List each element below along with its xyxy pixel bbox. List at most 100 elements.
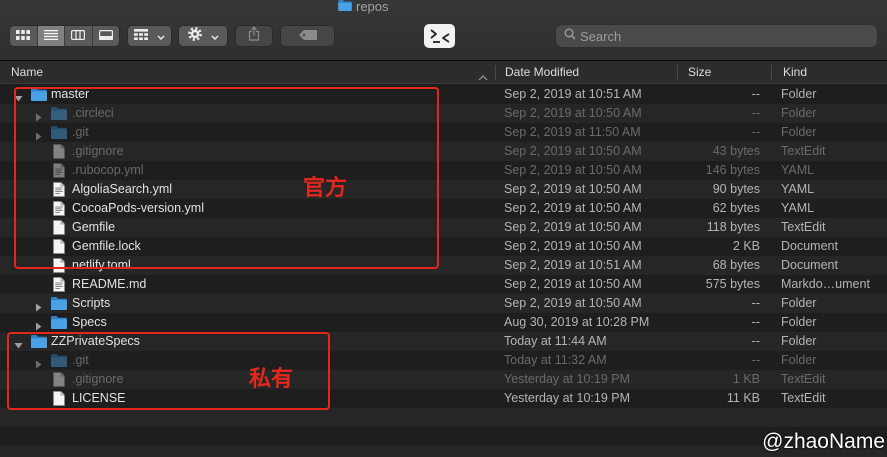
watermark: @zhaoName [762,430,885,453]
search-input[interactable] [580,26,860,46]
file-kind: Folder [781,315,817,329]
file-kind: Document [781,258,838,272]
file-kind: YAML [781,201,815,215]
file-date-modified: Sep 2, 2019 at 10:50 AM [504,106,642,120]
share-button[interactable] [236,26,272,46]
file-date-modified: Today at 11:32 AM [504,353,607,367]
disclosure-collapsed-icon[interactable] [34,318,43,331]
file-kind: Folder [781,125,817,139]
terminal-icon [424,24,455,52]
file-kind: Folder [781,353,817,367]
file-kind: Folder [781,87,817,101]
file-date-modified: Sep 2, 2019 at 10:50 AM [504,296,642,310]
file-date-modified: Aug 30, 2019 at 10:28 PM [504,315,650,329]
file-size: -- [751,125,760,139]
view-mode-segmented-control [10,26,119,46]
column-view-icon [71,27,86,45]
column-divider[interactable] [771,65,772,80]
toolbar: repos [0,0,887,61]
file-size: 118 bytes [706,220,760,234]
file-size: 575 bytes [705,277,760,291]
file-kind: TextEdit [781,391,826,405]
file-kind: YAML [781,182,815,196]
share-icon [248,26,260,46]
action-button[interactable] [179,26,227,46]
file-row[interactable]: Scripts Sep 2, 2019 at 10:50 AM -- Folder [0,294,887,313]
window-title: repos [338,0,389,13]
file-kind: TextEdit [781,220,826,234]
file-date-modified: Yesterday at 10:19 PM [504,391,631,405]
gallery-view-icon [98,27,113,45]
file-date-modified: Sep 2, 2019 at 10:50 AM [504,182,642,196]
file-size: 11 KB [726,391,760,405]
file-date-modified: Sep 2, 2019 at 10:50 AM [504,144,642,158]
terminal-button[interactable] [424,24,455,48]
disclosure-collapsed-icon[interactable] [34,299,43,312]
gear-icon [187,26,202,46]
file-size: -- [751,353,760,367]
empty-row [0,427,887,446]
column-divider[interactable] [677,65,678,80]
file-size: 68 bytes [712,258,760,272]
file-name: README.md [72,277,147,291]
folder-icon [50,313,68,332]
empty-row [0,408,887,427]
search-field[interactable] [556,25,877,47]
group-icon [134,27,148,45]
file-date-modified: Sep 2, 2019 at 10:50 AM [504,277,642,291]
column-header-name[interactable]: Name [11,61,43,83]
annotation-label-official: 官方 [303,175,348,200]
file-date-modified: Sep 2, 2019 at 10:51 AM [504,87,642,101]
chevron-down-icon [157,27,165,45]
column-view-button[interactable] [65,26,93,46]
folder-icon [50,294,68,313]
gallery-view-button[interactable] [93,26,120,46]
file-size: 146 bytes [705,163,760,177]
file-kind: TextEdit [781,144,826,158]
annotation-box-official [14,87,439,269]
file-size: -- [751,296,760,310]
tag-button[interactable] [281,26,334,46]
file-date-modified: Sep 2, 2019 at 10:51 AM [504,258,642,272]
column-header-date-modified[interactable]: Date Modified [505,61,579,83]
folder-icon [338,0,352,16]
file-size: -- [751,87,760,101]
file-row[interactable]: Specs Aug 30, 2019 at 10:28 PM -- Folder [0,313,887,332]
file-size: 1 KB [732,372,760,386]
file-date-modified: Yesterday at 10:19 PM [504,372,631,386]
file-date-modified: Sep 2, 2019 at 10:50 AM [504,220,642,234]
file-date-modified: Sep 2, 2019 at 10:50 AM [504,239,642,253]
column-header-kind[interactable]: Kind [783,61,807,83]
file-kind: TextEdit [781,372,826,386]
file-size: 43 bytes [712,144,760,158]
file-name: Specs [72,315,107,329]
file-row[interactable]: README.md Sep 2, 2019 at 10:50 AM 575 byte… [0,275,887,294]
column-header-size[interactable]: Size [688,61,711,83]
file-size: -- [751,334,760,348]
file-name: Scripts [72,296,111,310]
file-size: -- [751,315,760,329]
list-view-icon [43,27,58,45]
file-date-modified: Today at 11:44 AM [504,334,607,348]
column-header-bar: Name Date Modified Size Kind [0,61,887,84]
file-kind: Document [781,239,838,253]
file-kind: Folder [781,296,817,310]
file-kind: Markdo…ument [781,277,870,291]
chevron-down-icon [211,27,219,45]
column-divider[interactable] [495,65,496,80]
file-kind: Folder [781,106,817,120]
file-size: -- [751,106,760,120]
icon-view-icon [16,27,31,45]
icon-view-button[interactable] [10,26,38,46]
file-date-modified: Sep 2, 2019 at 10:50 AM [504,201,642,215]
file-size: 62 bytes [712,201,760,215]
file-size: 90 bytes [712,182,760,196]
file-kind: Folder [781,334,817,348]
annotation-label-private: 私有 [249,366,294,391]
list-view-button[interactable] [37,26,65,46]
group-button[interactable] [128,26,171,46]
empty-row [0,446,887,457]
window-title-text: repos [356,0,389,14]
file-date-modified: Sep 2, 2019 at 10:50 AM [504,163,642,177]
chevron-up-icon [478,68,488,81]
